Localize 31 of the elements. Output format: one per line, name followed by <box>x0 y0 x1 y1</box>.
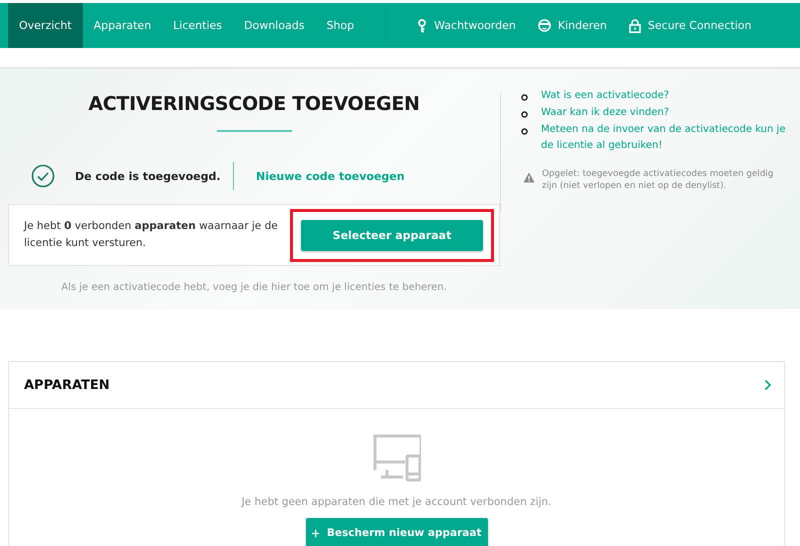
bullet-icon <box>521 94 528 101</box>
nav-tab[interactable]: Licenties <box>162 3 234 48</box>
nav-tab[interactable]: Kinderen <box>526 3 618 48</box>
help-link[interactable]: Wat is een activatiecode? <box>541 88 670 104</box>
status-text: De code is toegevoegd. <box>75 170 222 182</box>
nav-tab[interactable]: Shop <box>315 3 366 48</box>
key-icon <box>417 18 428 32</box>
devices-message: Je hebt 0 verbonden apparaten waarnaar je de licentie kunt versturen. <box>24 219 279 251</box>
bullet-icon <box>521 128 528 135</box>
nav-tab[interactable]: Overzicht <box>8 3 83 48</box>
page-title: ACTIVERINGSCODE TOEVOEGEN <box>87 93 421 115</box>
hint-text: Als je een activatiecode hebt, voeg je die hier toe om je licenties te beheren. <box>60 282 448 293</box>
nav-tab[interactable]: Wachtwoorden <box>406 3 527 48</box>
face-icon <box>538 19 551 32</box>
chevron-right-icon[interactable] <box>764 379 772 391</box>
warning-icon <box>523 172 535 183</box>
check-circle-icon <box>31 164 55 188</box>
nav-tab[interactable]: Secure Connection <box>618 3 762 48</box>
devices-icon <box>372 434 420 482</box>
help-link[interactable]: Meteen na de invoer van de activatiecode kun je de licentie al gebruiken! <box>541 122 790 154</box>
warning-text: Opgelet: toegevoegde activatiecodes moeten geldig zijn (niet verlopen en niet op de denylist). <box>542 168 774 192</box>
bullet-icon <box>521 111 528 118</box>
lock-icon <box>628 18 641 32</box>
help-link[interactable]: Waar kan ik deze vinden? <box>541 105 670 121</box>
add-device-button[interactable]: Bescherm nieuw apparaat <box>306 518 488 546</box>
select-device-button[interactable]: Selecteer apparaat <box>301 220 483 250</box>
nav-tab[interactable]: Downloads <box>233 3 316 48</box>
new-code-link[interactable]: Nieuwe code toevoegen <box>256 170 405 182</box>
empty-message: Je hebt geen apparaten die met je account verbonden zijn. <box>242 496 552 508</box>
nav-tab[interactable]: Apparaten <box>82 3 162 48</box>
panel-title: APPARATEN <box>24 378 110 392</box>
